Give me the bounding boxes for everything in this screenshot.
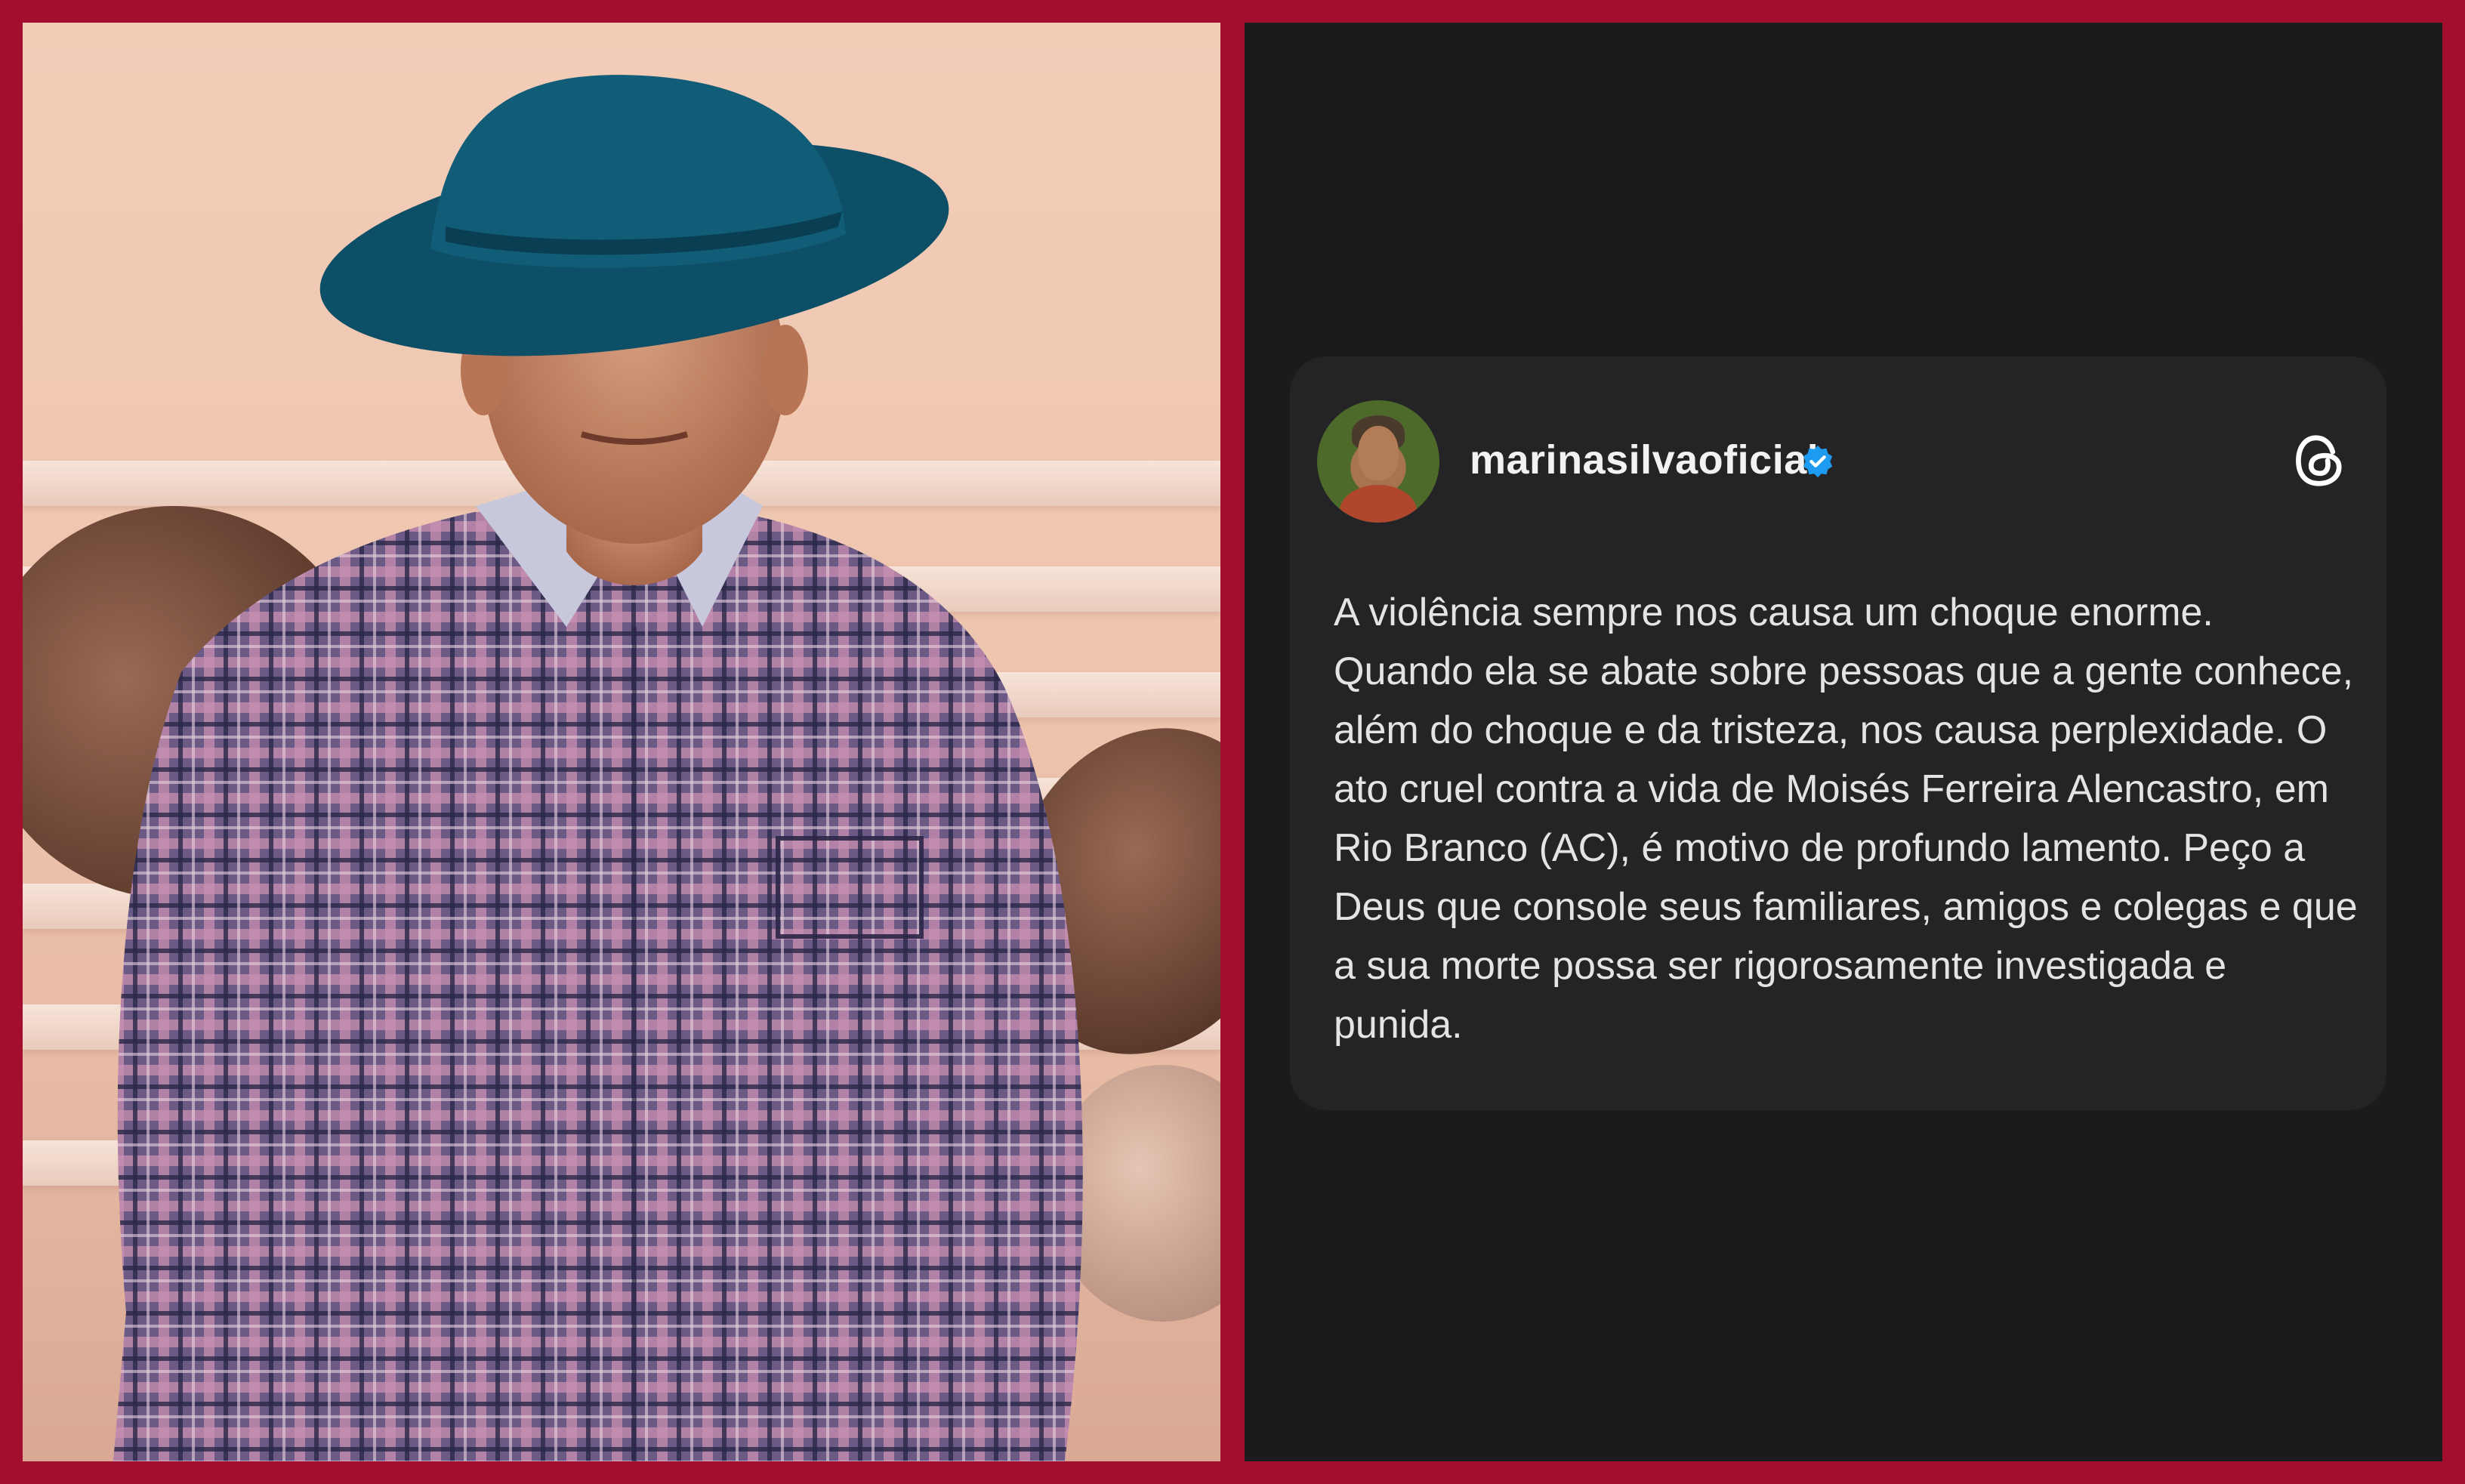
- username[interactable]: marinasilvaoficial: [1470, 437, 1819, 483]
- post-text: A violência sempre nos causa um choque e…: [1334, 591, 2358, 1047]
- verified-badge-icon: [1803, 445, 1833, 478]
- man-in-hat-illustration: [113, 75, 1083, 1461]
- threads-icon[interactable]: [2288, 429, 2352, 492]
- post-card: marinasilvaoficial A violência sempre no…: [1290, 356, 2386, 1110]
- post-header: marinasilvaoficial: [1317, 400, 2359, 523]
- portrait-photo: [23, 23, 1220, 1461]
- avatar[interactable]: [1317, 400, 1439, 523]
- threads-post-screenshot: marinasilvaoficial A violência sempre no…: [1245, 23, 2442, 1461]
